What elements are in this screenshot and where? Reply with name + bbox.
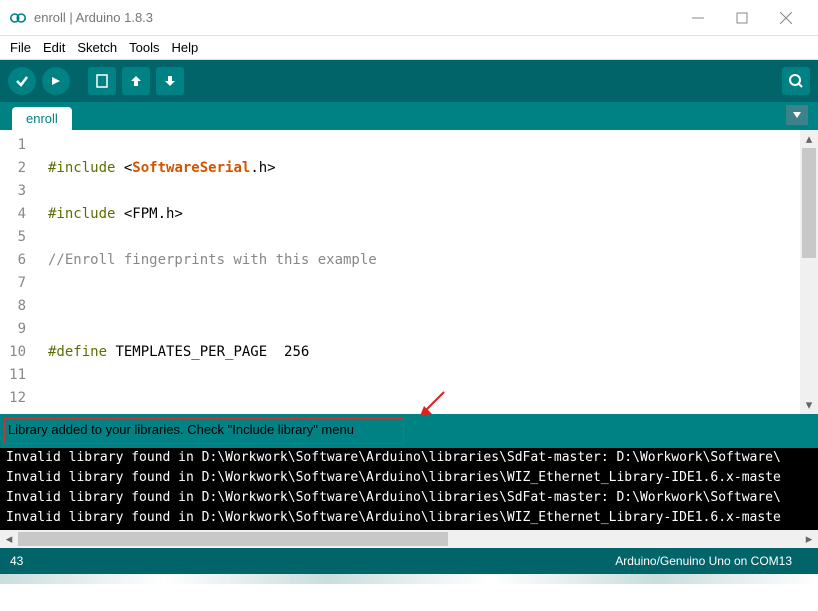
menu-file[interactable]: File [4, 40, 37, 55]
scroll-thumb[interactable] [18, 532, 448, 546]
tab-menu-button[interactable] [786, 105, 808, 125]
decorative-strip [0, 574, 818, 584]
window-title: enroll | Arduino 1.8.3 [34, 10, 690, 25]
console-line: Invalid library found in D:\Workwork\Sof… [6, 488, 812, 508]
scroll-thumb[interactable] [802, 148, 816, 258]
toolbar [0, 60, 818, 102]
verify-button[interactable] [8, 67, 36, 95]
status-bar: Library added to your libraries. Check "… [0, 414, 818, 448]
titlebar: enroll | Arduino 1.8.3 [0, 0, 818, 36]
menubar: File Edit Sketch Tools Help [0, 36, 818, 60]
console-output: Invalid library found in D:\Workwork\Sof… [0, 448, 818, 530]
console-line: Invalid library found in D:\Workwork\Sof… [6, 468, 812, 488]
console-line: Invalid library found in D:\Workwork\Sof… [6, 448, 812, 468]
vertical-scrollbar[interactable]: ▴ ▾ [800, 130, 818, 414]
status-message: Library added to your libraries. Check "… [0, 414, 818, 445]
scroll-up-icon[interactable]: ▴ [800, 130, 818, 148]
menu-edit[interactable]: Edit [37, 40, 71, 55]
board-port-indicator: Arduino/Genuino Uno on COM13 [615, 554, 792, 568]
line-number-indicator: 43 [10, 554, 23, 568]
console-line: Invalid library found in D:\Workwork\Sof… [6, 508, 812, 528]
tab-enroll[interactable]: enroll [12, 107, 72, 130]
scroll-down-icon[interactable]: ▾ [800, 396, 818, 414]
menu-help[interactable]: Help [165, 40, 204, 55]
scroll-left-icon[interactable]: ◂ [0, 530, 18, 548]
new-button[interactable] [88, 67, 116, 95]
close-button[interactable] [778, 10, 794, 26]
menu-tools[interactable]: Tools [123, 40, 165, 55]
arduino-logo-icon [10, 10, 26, 26]
code-editor[interactable]: 123456789101112 #include <SoftwareSerial… [0, 130, 818, 414]
maximize-button[interactable] [734, 10, 750, 26]
code-area[interactable]: #include <SoftwareSerial.h> #include <FP… [38, 130, 800, 414]
save-button[interactable] [156, 67, 184, 95]
upload-button[interactable] [42, 67, 70, 95]
menu-sketch[interactable]: Sketch [71, 40, 123, 55]
line-gutter: 123456789101112 [0, 130, 38, 414]
horizontal-scrollbar[interactable]: ◂ ▸ [0, 530, 818, 548]
minimize-button[interactable] [690, 10, 706, 26]
scroll-right-icon[interactable]: ▸ [800, 530, 818, 548]
tab-bar: enroll [0, 102, 818, 130]
footer-bar: 43 Arduino/Genuino Uno on COM13 [0, 548, 818, 574]
serial-monitor-button[interactable] [782, 67, 810, 95]
open-button[interactable] [122, 67, 150, 95]
